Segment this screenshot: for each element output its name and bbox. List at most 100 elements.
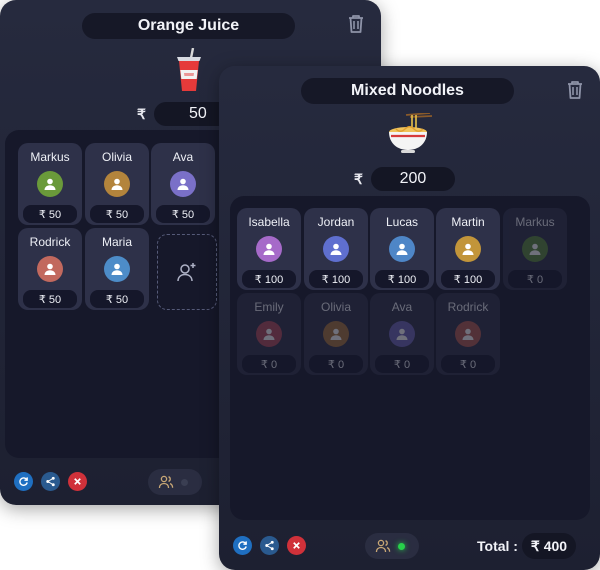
expense-card-mixed-noodles: Mixed Noodles ₹ 200 Isabella ₹ 100 Jorda…	[219, 66, 600, 570]
participant-name: Ava	[172, 150, 194, 164]
participant-tile[interactable]: Olivia ₹ 0	[304, 293, 368, 375]
avatar	[104, 171, 130, 197]
participant-tile[interactable]: Lucas ₹ 100	[370, 208, 434, 290]
participant-tile[interactable]: Maria ₹ 50	[85, 228, 149, 310]
people-icon	[158, 475, 174, 489]
share-icon	[265, 540, 274, 551]
trash-icon[interactable]	[347, 14, 365, 34]
participant-tile[interactable]: Markus ₹ 50	[18, 143, 82, 225]
participant-tile[interactable]: Rodrick ₹ 0	[436, 293, 500, 375]
person-icon	[111, 263, 123, 275]
participant-amount: ₹ 100	[375, 270, 429, 288]
participant-name: Rodrick	[29, 235, 71, 249]
card-title: Mixed Noodles	[301, 78, 514, 104]
participant-tile[interactable]: Markus ₹ 0	[503, 208, 567, 290]
person-icon	[44, 178, 56, 190]
participant-amount: ₹ 100	[242, 270, 296, 288]
toggle-indicator	[181, 478, 188, 486]
participant-tile[interactable]: Ava ₹ 0	[370, 293, 434, 375]
card-actions	[233, 536, 306, 555]
participant-name: Olivia	[320, 300, 351, 314]
participant-amount: ₹ 50	[156, 205, 210, 223]
participant-tile[interactable]: Emily ₹ 0	[237, 293, 301, 375]
participant-name: Emily	[254, 300, 284, 314]
participant-name: Rodrick	[447, 300, 489, 314]
price-row: ₹ 200	[354, 167, 455, 191]
participant-amount: ₹ 100	[309, 270, 363, 288]
participant-amount: ₹ 100	[441, 270, 495, 288]
participant-name: Olivia	[101, 150, 132, 164]
participant-name: Martin	[451, 215, 485, 229]
price-input[interactable]: 200	[370, 167, 455, 191]
person-icon	[44, 263, 56, 275]
toggle-indicator	[398, 542, 405, 550]
avatar	[104, 256, 130, 282]
avatar	[37, 256, 63, 282]
close-icon	[74, 478, 81, 485]
add-person-icon	[177, 263, 196, 282]
person-icon	[177, 178, 189, 190]
close-icon	[293, 542, 300, 549]
delete-button[interactable]	[287, 536, 306, 555]
avatar	[522, 236, 548, 262]
person-icon	[529, 243, 541, 255]
person-icon	[111, 178, 123, 190]
total-value: ₹ 400	[522, 533, 576, 559]
person-icon	[330, 328, 342, 340]
share-button[interactable]	[41, 472, 60, 491]
participant-amount: ₹ 50	[90, 205, 144, 223]
total-label: Total :	[477, 538, 518, 554]
trash-icon[interactable]	[566, 80, 584, 100]
share-button[interactable]	[260, 536, 279, 555]
participant-name: Maria	[101, 235, 132, 249]
person-icon	[396, 328, 408, 340]
participant-tile[interactable]: Martin ₹ 100	[436, 208, 500, 290]
add-participant-button[interactable]	[157, 234, 217, 310]
delete-button[interactable]	[68, 472, 87, 491]
person-icon	[263, 243, 275, 255]
participants-panel: Isabella ₹ 100 Jordan ₹ 100 Lucas ₹ 100 …	[230, 196, 590, 520]
person-icon	[396, 243, 408, 255]
person-icon	[263, 328, 275, 340]
participant-amount: ₹ 0	[242, 355, 296, 373]
refresh-button[interactable]	[233, 536, 252, 555]
noodle-bowl-icon	[386, 112, 433, 155]
participant-name: Markus	[515, 215, 555, 229]
participant-amount: ₹ 0	[441, 355, 495, 373]
participant-amount: ₹ 0	[309, 355, 363, 373]
participant-name: Jordan	[317, 215, 355, 229]
person-icon	[462, 328, 474, 340]
card-actions	[14, 472, 87, 491]
participant-amount: ₹ 50	[23, 205, 77, 223]
refresh-icon	[19, 477, 28, 486]
avatar	[389, 321, 415, 347]
participant-name: Markus	[30, 150, 70, 164]
participant-tile[interactable]: Rodrick ₹ 50	[18, 228, 82, 310]
refresh-button[interactable]	[14, 472, 33, 491]
people-icon	[375, 539, 391, 553]
currency-symbol: ₹	[137, 105, 146, 122]
participant-name: Ava	[391, 300, 413, 314]
avatar	[455, 236, 481, 262]
participant-tile[interactable]: Jordan ₹ 100	[304, 208, 368, 290]
participant-tile[interactable]: Olivia ₹ 50	[85, 143, 149, 225]
drink-cup-icon	[172, 47, 206, 92]
avatar	[37, 171, 63, 197]
participant-name: Isabella	[248, 215, 290, 229]
avatar	[170, 171, 196, 197]
avatar	[323, 236, 349, 262]
avatar	[256, 236, 282, 262]
card-title: Orange Juice	[82, 13, 295, 39]
share-icon	[46, 476, 55, 487]
split-toggle[interactable]	[365, 533, 419, 559]
participant-tile[interactable]: Ava ₹ 50	[151, 143, 215, 225]
avatar	[455, 321, 481, 347]
participant-amount: ₹ 50	[23, 290, 77, 308]
participant-tile[interactable]: Isabella ₹ 100	[237, 208, 301, 290]
participant-amount: ₹ 0	[508, 270, 562, 288]
avatar	[323, 321, 349, 347]
refresh-icon	[238, 541, 247, 550]
currency-symbol: ₹	[354, 170, 363, 187]
person-icon	[462, 243, 474, 255]
split-toggle[interactable]	[148, 469, 202, 495]
